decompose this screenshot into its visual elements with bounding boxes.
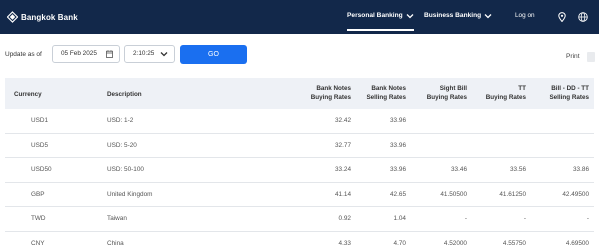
table-header: Currency Description Bank Notes Buying R… <box>5 78 594 109</box>
currency-cell: USD50 <box>31 166 52 174</box>
time-select[interactable]: 2:10:25 <box>124 45 175 63</box>
location-pin-icon[interactable] <box>558 12 566 22</box>
sight-bill-buying-cell: 33.46 <box>451 166 467 174</box>
sight-bill-buying-cell: - <box>464 215 467 223</box>
date-value: 05 Feb 2025 <box>61 50 97 57</box>
column-header-line: TT <box>518 85 526 92</box>
log-on-label: Log on <box>515 12 535 19</box>
column-header-bank-notes-selling: Bank Notes Selling Rates <box>340 84 406 102</box>
table-row: USD50 USD: 50-100 33.24 33.96 33.46 33.56 33.8… <box>5 158 594 183</box>
print-link[interactable]: Print <box>566 53 580 60</box>
bill-dd-tt-selling-cell: - <box>586 215 589 223</box>
flag-tw-icon <box>15 215 22 221</box>
print-icon[interactable] <box>587 52 595 62</box>
tt-buying-cell: 4.55750 <box>502 239 526 247</box>
bill-dd-tt-selling-cell: 42.49500 <box>562 190 589 198</box>
column-header-line: Bank Notes <box>371 85 406 92</box>
column-header-currency: Currency <box>14 91 42 98</box>
currency-cell: USD1 <box>31 117 49 124</box>
bank-notes-selling-cell: 4.70 <box>393 239 406 247</box>
table-row: CNY China 4.33 4.70 4.52000 4.55750 4.69500 <box>5 232 594 252</box>
nav-personal-banking[interactable]: Personal Banking <box>347 12 414 19</box>
table-body: USD1 USD: 1-2 32.42 33.96 USD5 USD: 5-20 32.77… <box>5 109 594 252</box>
column-header-line: Selling Rates <box>549 94 589 101</box>
column-header-line: Bill - DD - TT <box>551 85 589 92</box>
column-header-description: Description <box>107 91 142 98</box>
go-button[interactable]: GO <box>180 45 247 64</box>
sight-bill-buying-cell: 41.50500 <box>440 190 467 198</box>
nav-business-banking-label: Business Banking <box>424 12 482 19</box>
sight-bill-buying-cell: 4.52000 <box>443 239 467 247</box>
calendar-icon[interactable] <box>106 50 113 58</box>
column-header-line: Sight Bill <box>439 85 467 92</box>
description-cell: USD: 5-20 <box>107 141 137 149</box>
nav-business-banking[interactable]: Business Banking <box>424 12 492 19</box>
description-cell: Taiwan <box>107 215 127 223</box>
exchange-rates-table: Currency Description Bank Notes Buying R… <box>5 78 594 252</box>
bank-notes-selling-cell: 33.96 <box>390 117 406 124</box>
bill-dd-tt-selling-cell: 33.86 <box>573 166 589 174</box>
currency-cell: CNY <box>31 239 45 247</box>
flag-cn-icon <box>15 240 22 246</box>
column-header-bill-dd-tt-selling: Bill - DD - TT Selling Rates <box>519 84 589 102</box>
bank-notes-selling-cell: 33.96 <box>390 166 406 174</box>
logo-text: Bangkok Bank <box>21 12 78 22</box>
chevron-down-icon <box>484 13 492 18</box>
bank-notes-selling-cell: 1.04 <box>393 215 406 223</box>
update-as-of-label: Update as of <box>5 51 42 58</box>
flag-us-icon <box>15 142 22 148</box>
active-nav-underline <box>347 29 414 31</box>
column-header-line: Buying Rates <box>426 94 467 101</box>
globe-icon[interactable] <box>578 12 588 22</box>
bangkok-bank-logo[interactable]: Bangkok Bank <box>7 11 78 23</box>
flag-gb-icon <box>15 191 22 197</box>
tt-buying-cell: 41.61250 <box>499 190 526 198</box>
date-picker[interactable]: 05 Feb 2025 <box>52 45 120 63</box>
log-on-link[interactable]: Log on <box>515 12 535 19</box>
currency-cell: GBP <box>31 190 45 198</box>
currency-cell: TWD <box>31 215 46 223</box>
description-cell: USD: 1-2 <box>107 117 134 124</box>
flag-us-icon <box>15 117 22 123</box>
table-row: USD1 USD: 1-2 32.42 33.96 <box>5 109 594 134</box>
column-header-line: Buying Rates <box>485 94 526 101</box>
table-row: USD5 USD: 5-20 32.77 33.96 <box>5 134 594 159</box>
time-value: 2:10:25 <box>133 50 155 57</box>
chevron-down-icon <box>160 52 168 57</box>
chevron-down-icon <box>406 13 414 18</box>
description-cell: USD: 50-100 <box>107 166 144 174</box>
column-header-line: Selling Rates <box>366 94 406 101</box>
bank-notes-selling-cell: 33.96 <box>390 141 406 149</box>
currency-cell: USD5 <box>31 141 49 149</box>
description-cell: United Kingdom <box>107 190 153 198</box>
table-row: GBP United Kingdom 41.14 42.65 41.50500 41.61… <box>5 183 594 208</box>
column-header-tt-buying: TT Buying Rates <box>460 84 526 102</box>
top-navigation-bar: Bangkok Bank Personal Banking Business B… <box>0 0 599 34</box>
bank-notes-selling-cell: 42.65 <box>390 190 406 198</box>
bill-dd-tt-selling-cell: 4.69500 <box>565 239 589 247</box>
description-cell: China <box>107 239 124 247</box>
bank-logo-icon <box>7 11 18 23</box>
tt-buying-cell: - <box>523 215 526 223</box>
nav-personal-banking-label: Personal Banking <box>347 12 403 19</box>
flag-us-icon <box>15 166 22 172</box>
tt-buying-cell: 33.56 <box>510 166 526 174</box>
table-row: TWD Taiwan 0.92 1.04- - - <box>5 207 594 232</box>
column-header-sight-bill-buying: Sight Bill Buying Rates <box>401 84 467 102</box>
